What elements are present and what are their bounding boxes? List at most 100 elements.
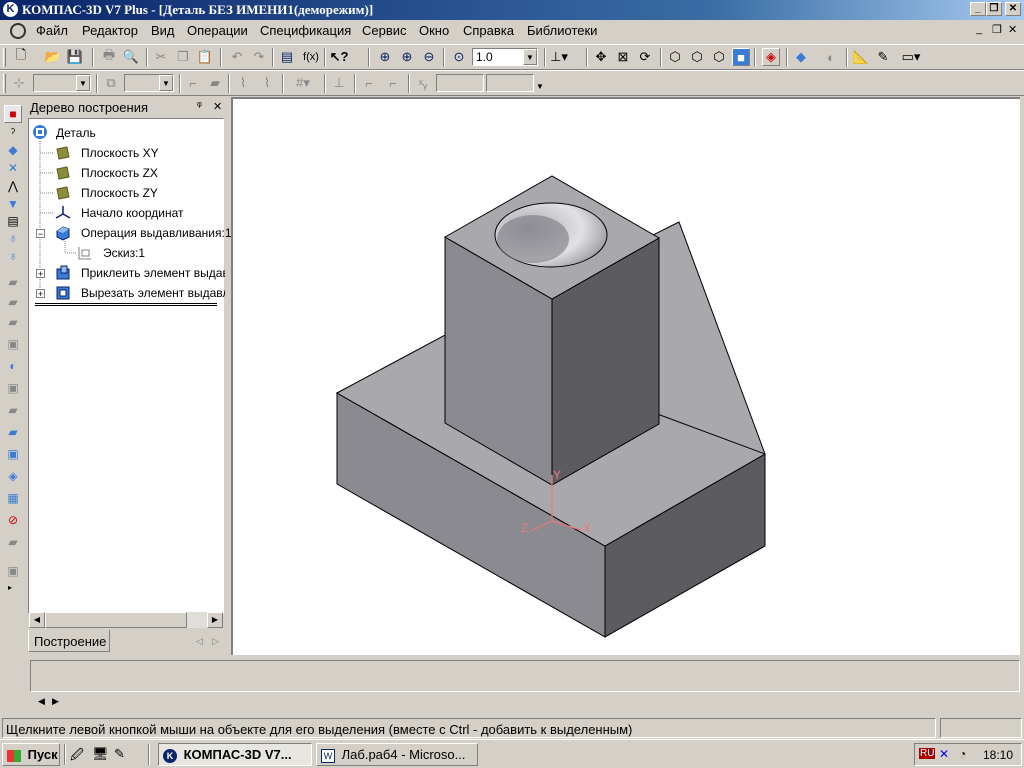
perspective-icon[interactable]: ◈ [762, 48, 780, 66]
panel-close-button[interactable]: ✕ [213, 100, 222, 113]
shaded-icon[interactable]: ■ [732, 48, 750, 66]
chevron-down-icon[interactable]: ▼ [76, 75, 90, 91]
copy-icon[interactable]: ❐ [174, 48, 192, 66]
op-fillet-icon[interactable]: ◐ [4, 357, 22, 375]
op-hole-icon[interactable]: ▣ [4, 445, 22, 463]
spline-icon[interactable]: ˀ [4, 124, 22, 142]
new-file-icon[interactable]: 🗋 [12, 47, 30, 66]
volume-icon[interactable]: ◔ [959, 747, 966, 761]
spec-icon[interactable]: ▤ [4, 212, 22, 230]
measure-icon[interactable]: 📐 [852, 48, 870, 66]
edit-part-icon[interactable]: ■ [4, 105, 22, 123]
op-kinematic-icon[interactable]: ▰ [4, 313, 22, 331]
tree-item-boss-extrude[interactable]: + Приклеить элемент выдавл [29, 263, 225, 283]
zoom-fit-icon[interactable]: ⊠ [614, 48, 632, 66]
zoom-scale-select[interactable]: 1.0 ▼ [472, 48, 538, 66]
pin-icon[interactable]: ᵠ [197, 100, 202, 112]
aux-geometry-icon[interactable]: ✕ [4, 159, 22, 177]
redo-icon[interactable]: ↷ [250, 48, 268, 66]
menu-editor[interactable]: Редактор [82, 23, 138, 38]
toolbar-grip[interactable] [3, 48, 6, 67]
hide-show-icon[interactable]: ◐ [822, 48, 840, 66]
help-pointer-icon[interactable]: ↖? [330, 48, 349, 66]
menu-file[interactable]: Файл [36, 23, 68, 38]
quicklaunch-app-icon[interactable]: ✎ [114, 746, 125, 762]
op-array-icon[interactable]: ▦ [4, 489, 22, 507]
zoom-in-icon[interactable]: ⊕ [376, 48, 394, 66]
tab-construction[interactable]: Построение [28, 630, 110, 652]
op-chamfer-icon[interactable]: ▣ [4, 379, 22, 397]
scroll-right-icon[interactable]: ▶ [52, 696, 59, 707]
tree-item-part[interactable]: Деталь [29, 123, 225, 143]
layer-select[interactable]: ▼ [33, 74, 91, 92]
op-shell-icon[interactable]: ▰ [4, 401, 22, 419]
tree-item-plane-xy[interactable]: Плоскость XY [29, 143, 225, 163]
hidden-thin-icon[interactable]: ⬡ [710, 48, 728, 66]
op-mirror-icon[interactable]: ⊘ [4, 511, 22, 529]
collapse-toggle[interactable]: − [36, 229, 45, 239]
mass-properties-icon[interactable]: ✎ [874, 48, 892, 66]
mdi-minimize-button[interactable]: _ [976, 23, 982, 35]
print-preview-icon[interactable]: 🔍 [122, 48, 140, 66]
rotate-icon[interactable]: ⟳ [636, 48, 654, 66]
chevron-down-icon[interactable]: ▼ [159, 75, 173, 91]
scroll-left-icon[interactable]: ◀ [38, 696, 45, 707]
task-word[interactable]: W Лаб.раб4 - Microso... [316, 743, 478, 766]
open-folder-icon[interactable]: 📂 [44, 48, 62, 66]
face-icon[interactable]: ▰ [206, 74, 224, 92]
op-loft-icon[interactable]: ▣ [4, 335, 22, 353]
expand-toggle[interactable]: + [36, 269, 45, 279]
op-extrude-icon[interactable]: ▰ [4, 273, 22, 291]
quicklaunch-explorer-icon[interactable]: 🖥 [92, 746, 109, 762]
cursor-coords-icon[interactable]: ˣᵧ [414, 74, 432, 92]
manager-icon[interactable]: ▭▾ [896, 48, 926, 66]
tree-item-origin[interactable]: Начало координат [29, 203, 225, 223]
tree-item-cut-extrude[interactable]: + Вырезать элемент выдавли [29, 283, 225, 303]
filter-icon[interactable]: ▼ [4, 195, 22, 213]
op-rotate-icon[interactable]: ▰ [4, 293, 22, 311]
tab-scroll-left-icon[interactable]: ◁ [196, 636, 203, 647]
axis-icon[interactable]: ⊥ [330, 74, 348, 92]
properties-icon[interactable]: ▤ [278, 48, 296, 66]
paste-icon[interactable]: 📋 [196, 48, 214, 66]
print-icon[interactable]: 🖶 [100, 47, 118, 66]
dimensions-icon[interactable]: ⋀ [4, 177, 22, 195]
menu-libraries[interactable]: Библиотеки [527, 23, 597, 38]
cut-icon[interactable]: ✂ [152, 48, 170, 66]
tree-item-plane-zy[interactable]: Плоскость ZY [29, 183, 225, 203]
grid-icon[interactable]: #▾ [288, 74, 318, 92]
network-icon[interactable]: ✕ [939, 747, 949, 761]
scroll-left-button[interactable]: ◀ [29, 612, 45, 628]
quicklaunch-desktop-icon[interactable]: 🖉 [70, 746, 84, 768]
close-button[interactable]: ✕ [1005, 2, 1021, 16]
menu-specification[interactable]: Спецификация [260, 23, 351, 38]
tree-item-plane-zx[interactable]: Плоскость ZX [29, 163, 225, 183]
model-viewport[interactable]: Y X Z [231, 97, 1020, 655]
scroll-thumb[interactable] [45, 612, 187, 628]
menu-help[interactable]: Справка [463, 23, 514, 38]
toolbar-grip[interactable] [3, 74, 6, 93]
orientation-icon[interactable]: ⊥▾ [550, 48, 568, 66]
tree-item-sketch-1[interactable]: Эскиз:1 [29, 243, 225, 263]
layers-icon[interactable]: ⧉ [102, 74, 120, 92]
save-icon[interactable]: 💾 [66, 48, 84, 66]
snap-icon[interactable]: ⌇ [234, 74, 252, 92]
mdi-restore-button[interactable]: ❐ [992, 23, 1002, 36]
fillet-icon[interactable]: ⌐ [384, 74, 402, 92]
measure-tools-icon[interactable]: ♁ [4, 229, 22, 247]
op-rib-icon[interactable]: ▰ [4, 423, 22, 441]
start-button[interactable]: Пуск [2, 743, 60, 766]
zoom-scale-icon[interactable]: ⊙ [450, 48, 468, 66]
polyline-icon[interactable]: ⌐ [360, 74, 378, 92]
more-tools-icon[interactable]: ▸ [8, 583, 12, 592]
zoom-out-icon[interactable]: ⊖ [420, 48, 438, 66]
maximize-button[interactable]: ❐ [986, 2, 1002, 16]
zoom-window-icon[interactable]: ⊕ [398, 48, 416, 66]
pan-icon[interactable]: ✥ [592, 48, 610, 66]
menu-view[interactable]: Вид [151, 23, 175, 38]
section-view-icon[interactable]: ◆ [792, 48, 810, 66]
parametric-icon[interactable]: ♁ [4, 247, 22, 265]
model-3d[interactable]: Y X Z [233, 99, 1018, 653]
wireframe-icon[interactable]: ⬡ [666, 48, 684, 66]
minimize-button[interactable]: _ [970, 2, 986, 16]
